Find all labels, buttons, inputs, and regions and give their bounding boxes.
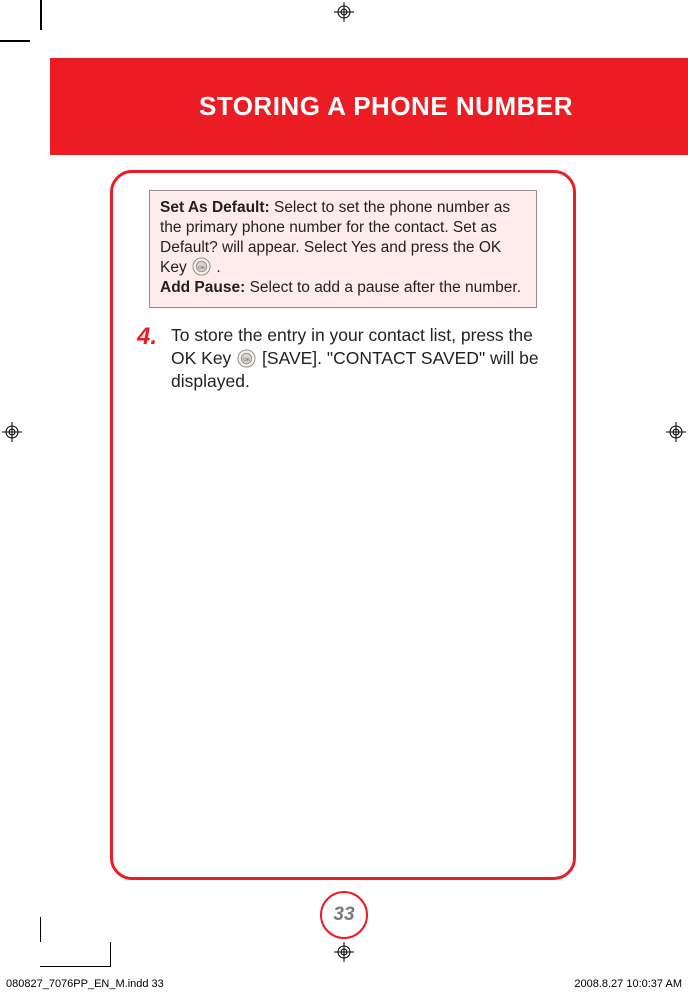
crop-mark bbox=[40, 917, 41, 942]
crop-mark bbox=[0, 40, 30, 42]
registration-mark-icon bbox=[334, 2, 354, 22]
step-4: 4. To store the entry in your contact li… bbox=[131, 324, 555, 393]
registration-mark-icon bbox=[334, 942, 354, 962]
crop-mark bbox=[40, 966, 110, 967]
tip-set-default-label: Set As Default: bbox=[160, 199, 270, 216]
registration-mark-icon bbox=[666, 422, 686, 442]
section-title: STORING A PHONE NUMBER bbox=[199, 91, 573, 122]
crop-mark bbox=[40, 0, 42, 30]
ok-key-icon: OK bbox=[192, 257, 211, 276]
tip-add-pause-text: Select to add a pause after the number. bbox=[245, 279, 521, 296]
svg-text:OK: OK bbox=[243, 357, 251, 363]
crop-mark bbox=[110, 942, 111, 967]
page-number-text: 33 bbox=[333, 904, 354, 926]
step-number: 4. bbox=[131, 324, 157, 393]
slug-timestamp: 2008.8.27 10:0:37 AM bbox=[574, 978, 682, 990]
registration-mark-icon bbox=[2, 422, 22, 442]
print-slug: 080827_7076PP_EN_M.indd 33 2008.8.27 10:… bbox=[0, 978, 688, 990]
tip-add-pause-label: Add Pause: bbox=[160, 279, 245, 296]
tip-box: Set As Default: Select to set the phone … bbox=[149, 190, 537, 308]
tip-set-default-text-2: . bbox=[212, 259, 221, 276]
content-frame: Set As Default: Select to set the phone … bbox=[110, 170, 576, 880]
step-text: To store the entry in your contact list,… bbox=[171, 324, 553, 393]
slug-file: 080827_7076PP_EN_M.indd 33 bbox=[6, 978, 164, 990]
svg-text:OK: OK bbox=[198, 265, 206, 271]
page-number: 33 bbox=[320, 891, 368, 939]
ok-key-icon: OK bbox=[237, 349, 256, 368]
section-header: STORING A PHONE NUMBER bbox=[50, 58, 688, 155]
